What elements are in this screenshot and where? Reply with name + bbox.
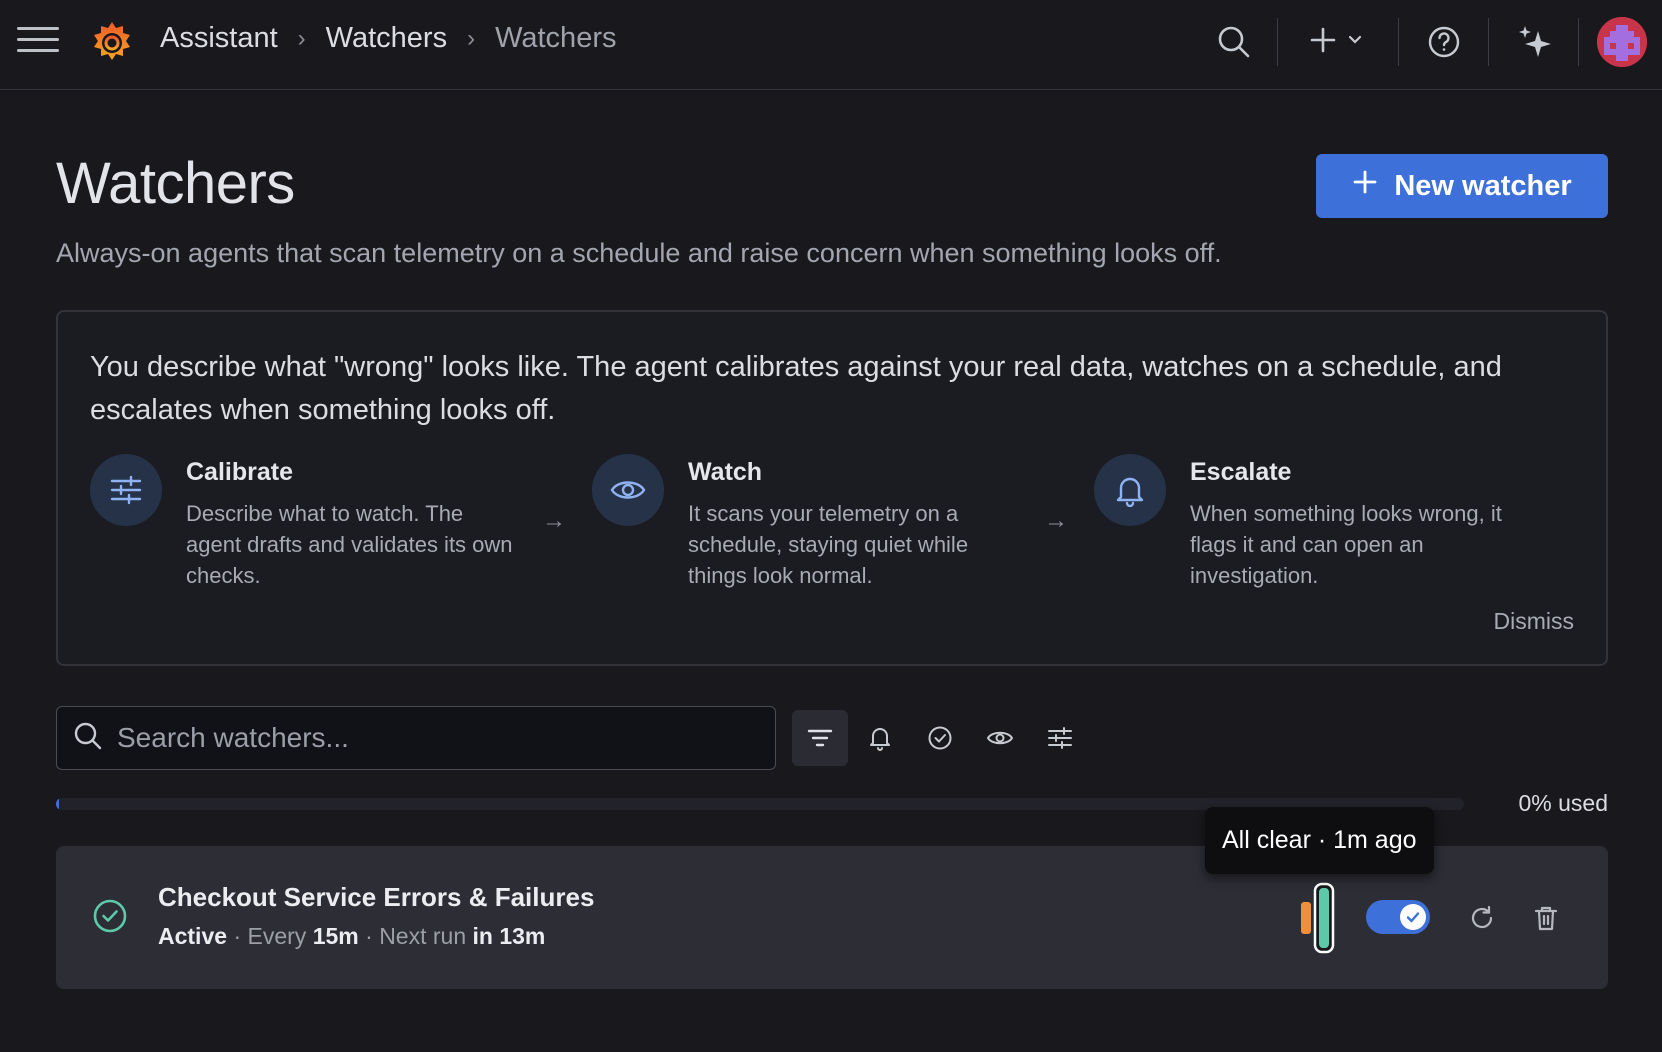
intro-card: You describe what "wrong" looks like. Th… — [56, 310, 1608, 666]
search-field — [56, 706, 776, 770]
search-icon — [73, 721, 103, 756]
step-description: When something looks wrong, it flags it … — [1190, 501, 1502, 588]
page-subtitle: Always-on agents that scan telemetry on … — [56, 238, 1222, 268]
eye-icon — [592, 454, 664, 526]
check-icon — [1400, 904, 1426, 930]
watcher-next-run: in 13m — [472, 923, 546, 949]
breadcrumb-separator: › — [297, 24, 306, 52]
step-watch: Watch It scans your telemetry on a sched… — [592, 454, 1032, 594]
toolbar-divider — [1277, 18, 1278, 66]
check-circle-icon — [92, 898, 128, 939]
sliders-icon — [90, 454, 162, 526]
watcher-every-label: Every — [247, 923, 307, 949]
grafana-logo[interactable] — [88, 18, 136, 66]
bell-icon — [1094, 454, 1166, 526]
toolbar-divider — [1398, 18, 1399, 66]
dismiss-button[interactable]: Dismiss — [1494, 608, 1575, 635]
usage-progress-fill — [56, 798, 59, 810]
search-input[interactable] — [117, 722, 737, 754]
breadcrumb-assistant[interactable]: Assistant — [160, 22, 278, 55]
plus-icon — [1309, 26, 1337, 59]
arrow-right-icon: → — [542, 507, 566, 534]
watcher-status: Active — [158, 923, 228, 949]
toolbar-divider — [1488, 18, 1489, 66]
top-bar: Assistant › Watchers › Watchers — [0, 0, 1662, 90]
step-title: Calibrate — [186, 458, 293, 486]
search-icon[interactable] — [1214, 22, 1254, 62]
watcher-next-run-label: Next run — [379, 923, 467, 949]
run-status-tooltip: All clear · 1m ago — [1205, 807, 1434, 874]
toolbar-divider — [1578, 18, 1579, 66]
step-description: It scans your telemetry on a schedule, s… — [688, 501, 969, 588]
watcher-interval: 15m — [312, 923, 359, 949]
breadcrumb-current: Watchers — [495, 22, 617, 54]
chevron-down-icon — [1347, 32, 1363, 53]
eye-icon[interactable] — [972, 710, 1028, 766]
new-watcher-button[interactable]: New watcher — [1316, 154, 1608, 218]
filter-all-icon[interactable] — [792, 710, 848, 766]
trash-icon[interactable] — [1526, 898, 1566, 938]
watcher-meta: Active · Every 15m · Next run in 13m — [158, 923, 546, 949]
intro-text: You describe what "wrong" looks like. Th… — [90, 351, 1502, 426]
avatar[interactable] — [1597, 17, 1647, 67]
watcher-enabled-toggle[interactable] — [1366, 900, 1430, 934]
arrow-right-icon: → — [1044, 507, 1068, 534]
watcher-name: Checkout Service Errors & Failures — [158, 882, 595, 912]
step-title: Watch — [688, 458, 763, 486]
sparkle-icon[interactable] — [1514, 22, 1556, 62]
plus-icon — [1352, 169, 1378, 203]
sliders-icon[interactable] — [1032, 710, 1088, 766]
run-history-sparkline[interactable] — [1299, 882, 1343, 959]
usage-label: 0% used — [1518, 790, 1608, 816]
step-description: Describe what to watch. The agent drafts… — [186, 501, 513, 588]
menu-icon[interactable] — [17, 27, 59, 55]
breadcrumb: Assistant › Watchers › Watchers — [160, 22, 616, 55]
step-calibrate: Calibrate Describe what to watch. The ag… — [90, 454, 530, 594]
step-escalate: Escalate When something looks wrong, it … — [1094, 454, 1534, 594]
new-watcher-label: New watcher — [1394, 169, 1572, 202]
page-title: Watchers — [56, 151, 295, 216]
refresh-icon[interactable] — [1462, 898, 1502, 938]
help-icon[interactable] — [1424, 22, 1464, 62]
bell-icon[interactable] — [852, 710, 908, 766]
breadcrumb-watchers[interactable]: Watchers — [326, 22, 447, 55]
breadcrumb-separator: › — [467, 24, 476, 52]
step-title: Escalate — [1190, 458, 1292, 486]
check-circle-icon[interactable] — [912, 710, 968, 766]
add-menu-button[interactable] — [1304, 22, 1368, 62]
